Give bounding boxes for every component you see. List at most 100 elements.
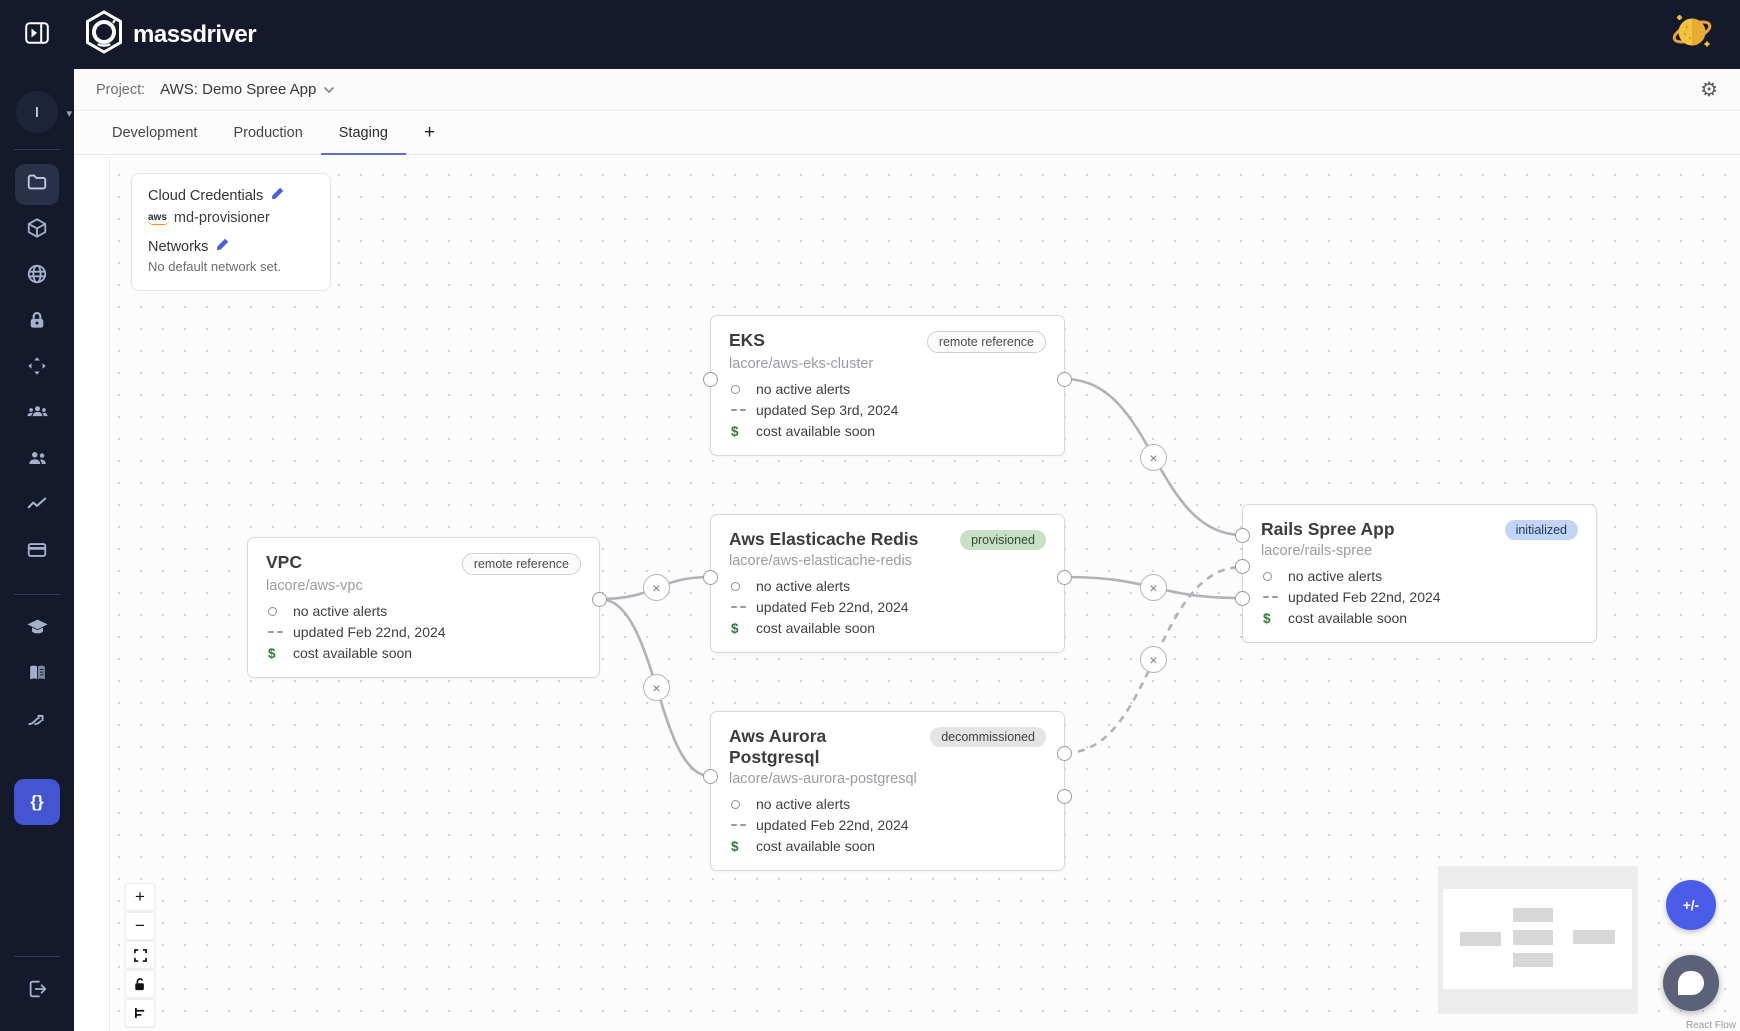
flow-canvas[interactable]: × × × × × Cloud Credentials aws md-provi… (74, 156, 1740, 1031)
alert-circle-icon (729, 581, 756, 591)
minimap-node (1460, 932, 1501, 946)
alerts-text: no active alerts (293, 603, 388, 619)
networks-label: Networks (148, 238, 209, 255)
node-vpc[interactable]: VPC remote reference lacore/aws-vpc no a… (247, 537, 607, 678)
chat-button[interactable] (1663, 955, 1719, 1011)
connection-handle[interactable] (1057, 789, 1072, 804)
book-icon (26, 662, 49, 689)
node-title: Aws Aurora Postgresql (729, 726, 827, 767)
delete-edge-button[interactable]: × (643, 574, 670, 601)
sidebar-item-changelog[interactable] (15, 701, 59, 742)
chevron-down-icon: ▾ (66, 108, 72, 120)
sidebar-item-secrets[interactable] (15, 302, 59, 343)
lock-toggle-button[interactable] (125, 970, 155, 998)
connection-handle[interactable] (703, 372, 718, 387)
connection-handle[interactable] (1235, 528, 1250, 543)
sidebar-collapse-button[interactable] (25, 22, 49, 47)
branch-arrow-icon (26, 708, 49, 735)
connection-handle[interactable] (1057, 570, 1072, 585)
tab-staging[interactable]: Staging (320, 111, 407, 155)
node-aurora-postgresql[interactable]: Aws Aurora Postgresql decommissioned lac… (703, 711, 1072, 871)
user-menu[interactable]: I ▾ (16, 91, 72, 133)
delete-edge-button[interactable]: × (1140, 574, 1167, 601)
logout-button[interactable] (15, 971, 59, 1012)
node-package: lacore/aws-eks-cluster (729, 356, 874, 372)
collapsed-panel-strip (74, 156, 110, 1031)
dollar-icon: $ (1263, 610, 1271, 626)
node-eks[interactable]: EKS remote reference lacore/aws-eks-clus… (703, 315, 1072, 456)
connection-handle[interactable] (1235, 591, 1250, 606)
fit-view-icon (133, 948, 147, 962)
cost-text: cost available soon (756, 620, 876, 636)
braces-icon: {} (30, 792, 44, 811)
dollar-icon: $ (731, 423, 739, 439)
alert-circle-icon (266, 606, 293, 616)
zoom-in-button[interactable]: + (125, 883, 155, 911)
sidebar-item-deployments[interactable] (15, 348, 59, 389)
updated-icon (729, 408, 756, 412)
brand-logo[interactable]: massdriver (84, 10, 257, 59)
alert-circle-icon (1261, 571, 1288, 581)
updated-text: updated Feb 22nd, 2024 (293, 624, 446, 640)
delete-edge-button[interactable]: × (1140, 646, 1167, 673)
planet-icon[interactable] (1670, 10, 1714, 59)
alerts-text: no active alerts (1288, 568, 1383, 584)
users-group-icon (26, 401, 49, 428)
alerts-text: no active alerts (756, 381, 851, 397)
sidebar-item-billing[interactable] (15, 532, 59, 573)
sidebar-item-projects[interactable] (15, 164, 59, 205)
status-badge: remote reference (926, 331, 1046, 353)
react-flow-attribution: React Flow (1685, 1020, 1736, 1031)
minimap[interactable] (1438, 866, 1638, 1014)
connection-handle[interactable] (703, 570, 718, 585)
zoom-out-button[interactable]: − (125, 912, 155, 940)
alert-circle-icon (729, 799, 756, 809)
updated-icon (1261, 595, 1288, 599)
sidebar-item-code[interactable]: {} (14, 779, 60, 825)
edit-credentials-icon[interactable] (271, 187, 284, 204)
lock-icon (27, 310, 47, 336)
sidebar-item-packages[interactable] (15, 210, 59, 251)
panel-expand-icon (25, 22, 49, 47)
graduation-cap-icon (26, 616, 49, 643)
add-environment-button[interactable]: + (406, 111, 453, 154)
edit-networks-icon[interactable] (216, 238, 229, 255)
updated-text: updated Feb 22nd, 2024 (1288, 589, 1441, 605)
connection-handle[interactable] (703, 769, 718, 784)
sidebar-item-users[interactable] (15, 440, 59, 481)
credential-value: md-provisioner (173, 210, 270, 226)
dollar-icon: $ (731, 838, 739, 854)
node-rails-spree-app[interactable]: Rails Spree App initialized lacore/rails… (1235, 504, 1597, 643)
delete-edge-button[interactable]: × (643, 674, 670, 701)
node-package: lacore/rails-spree (1261, 543, 1373, 559)
fit-view-button[interactable] (125, 941, 155, 969)
updated-text: updated Feb 22nd, 2024 (756, 817, 909, 833)
sidebar-item-docs[interactable] (15, 655, 59, 696)
connection-handle[interactable] (592, 592, 607, 607)
credentials-label: Cloud Credentials (148, 187, 264, 204)
canvas-controls: + − (125, 883, 155, 1027)
sidebar-item-learn[interactable] (15, 609, 59, 650)
updated-icon (729, 605, 756, 609)
project-selector[interactable]: AWS: Demo Spree App (160, 81, 335, 98)
node-package: lacore/aws-vpc (266, 578, 363, 594)
connection-handle[interactable] (1057, 372, 1072, 387)
sidebar-item-metrics[interactable] (15, 486, 59, 527)
divider (14, 956, 60, 957)
alerts-text: no active alerts (756, 578, 851, 594)
cost-toggle-fab[interactable]: +/- (1666, 880, 1716, 930)
avatar: I (16, 91, 58, 133)
delete-edge-button[interactable]: × (1140, 444, 1167, 471)
node-elasticache-redis[interactable]: Aws Elasticache Redis provisioned lacore… (703, 514, 1072, 653)
dollar-icon: $ (268, 645, 276, 661)
settings-gear-button[interactable]: ⚙ (1700, 80, 1718, 100)
auto-layout-button[interactable] (125, 999, 155, 1027)
sidebar-item-teams[interactable] (15, 394, 59, 435)
connection-handle[interactable] (1235, 559, 1250, 574)
alert-circle-icon (729, 384, 756, 394)
sidebar-item-networks[interactable] (15, 256, 59, 297)
connection-handle[interactable] (1057, 746, 1072, 761)
logout-icon (26, 978, 49, 1005)
tab-production[interactable]: Production (215, 111, 320, 154)
tab-development[interactable]: Development (94, 111, 215, 154)
